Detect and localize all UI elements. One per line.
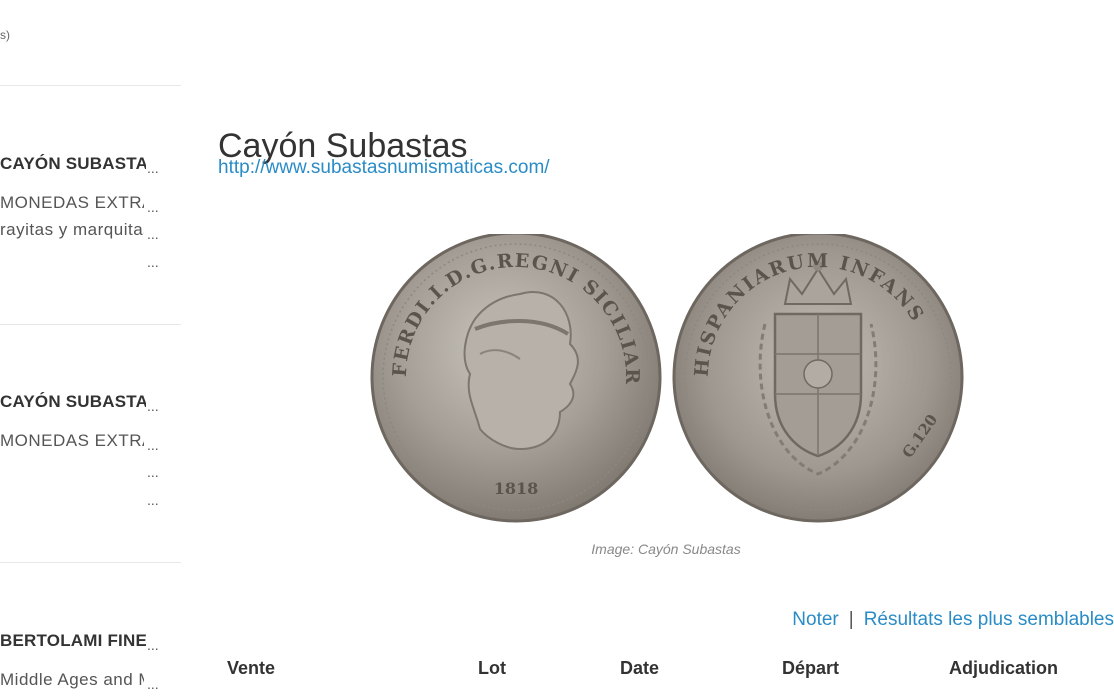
coin-date: 1818 xyxy=(494,479,539,498)
column-header-hammer-price[interactable]: Adjudication xyxy=(949,658,1058,679)
separator: | xyxy=(848,609,854,630)
coin-svg: FERDI.I.D.G.REGNI SICILIAR.UTR.ET HIER.R… xyxy=(360,217,964,523)
ellipsis: ... xyxy=(147,226,159,242)
ellipsis: ... xyxy=(147,637,159,653)
ellipsis: ... xyxy=(147,160,159,176)
action-links: Noter | Résultats les plus semblables xyxy=(792,609,1114,631)
image-caption: Image: Cayón Subastas xyxy=(591,541,741,557)
column-header-sale[interactable]: Vente xyxy=(227,658,275,679)
coin-obverse: FERDI.I.D.G.REGNI SICILIAR.UTR.ET HIER.R… xyxy=(360,217,662,523)
divider xyxy=(0,562,181,563)
ellipsis: ... xyxy=(147,437,159,453)
ellipsis: ... xyxy=(147,199,159,215)
divider xyxy=(0,324,181,325)
column-header-lot[interactable]: Lot xyxy=(478,658,506,679)
column-header-start-price[interactable]: Départ xyxy=(782,658,839,679)
ellipsis: ... xyxy=(147,254,159,270)
main-content: Cayón Subastas http://www.subastasnumism… xyxy=(218,0,1114,697)
auction-card-line: MONEDAS EXTRAORDINARIAS xyxy=(0,193,144,212)
sidebar-top-fragment: s) xyxy=(0,28,10,42)
auction-card-line: rayitas y marquitas xyxy=(0,220,144,239)
ellipsis: ... xyxy=(147,398,159,414)
column-header-date[interactable]: Date xyxy=(620,658,659,679)
coin-reverse: HISPANIARUM INFANS G.120 xyxy=(672,231,964,523)
rate-link[interactable]: Noter xyxy=(792,609,838,630)
auction-card-line: MONEDAS EXTRAORDINARIAS xyxy=(0,431,144,450)
ellipsis: ... xyxy=(147,492,159,508)
auction-card-title[interactable]: BERTOLAMI FINE ARTS xyxy=(0,631,146,651)
ellipsis: ... xyxy=(147,676,159,692)
similar-results-link[interactable]: Résultats les plus semblables xyxy=(864,609,1114,630)
sidebar: s) CAYÓN SUBASTAS ... MONEDAS EXTRAORDIN… xyxy=(0,0,181,697)
auction-card-title[interactable]: CAYÓN SUBASTAS xyxy=(0,154,146,174)
divider xyxy=(0,85,181,86)
coin-image[interactable]: FERDI.I.D.G.REGNI SICILIAR.UTR.ET HIER.R… xyxy=(360,217,966,524)
auction-house-link[interactable]: http://www.subastasnumismaticas.com/ xyxy=(218,157,550,179)
ellipsis: ... xyxy=(147,464,159,480)
auction-card-title[interactable]: CAYÓN SUBASTAS xyxy=(0,392,146,412)
auction-card-line: Middle Ages and Modern xyxy=(0,670,144,689)
